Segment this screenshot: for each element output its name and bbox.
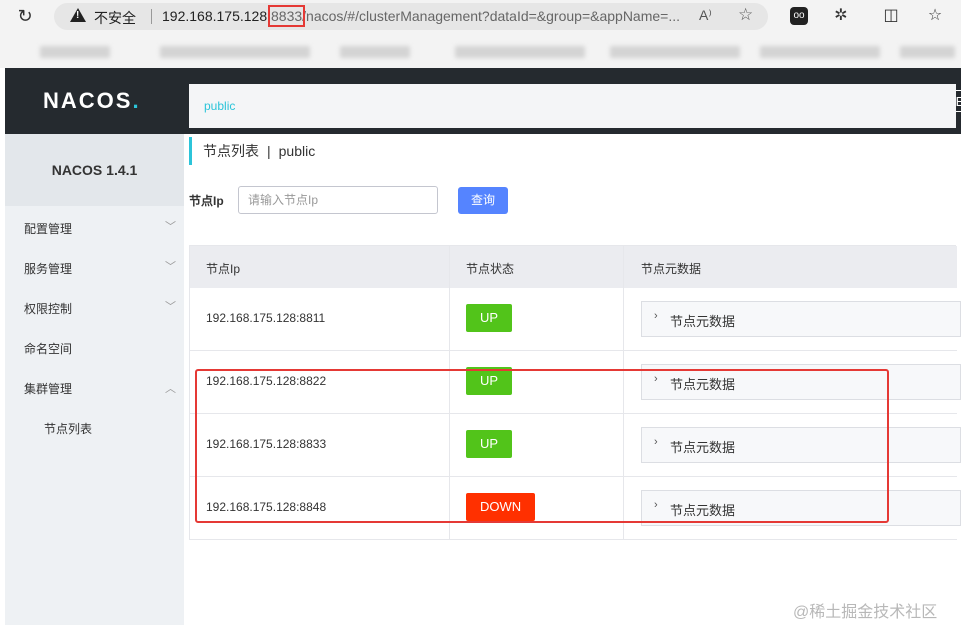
breadcrumb: public: [189, 84, 956, 128]
page-title: 节点列表 | public: [189, 137, 315, 165]
node-ip-search-input[interactable]: [238, 186, 438, 214]
chevron-up-icon[interactable]: ︿: [165, 380, 176, 396]
table-row: 192.168.175.128:8822 UP › 节点元数据: [190, 351, 961, 414]
table-row: 192.168.175.128:8833 UP › 节点元数据: [190, 414, 961, 477]
sidebar-subitem-node-list[interactable]: 节点列表: [44, 420, 92, 437]
chevron-right-icon: ›: [654, 499, 658, 511]
nacos-logo[interactable]: NACOS.: [43, 88, 141, 114]
title-separator: |: [267, 143, 271, 159]
chevron-down-icon[interactable]: ﹀: [165, 298, 176, 314]
metadata-expander[interactable]: › 节点元数据: [641, 301, 961, 337]
search-label: 节点Ip: [189, 194, 224, 208]
table-row: 192.168.175.128:8848 DOWN › 节点元数据: [190, 477, 961, 540]
url-port: 8833: [267, 5, 306, 27]
address-separator: [151, 9, 152, 24]
split-screen-icon[interactable]: ◫: [882, 7, 900, 25]
node-ip: 192.168.175.128:8811: [206, 311, 326, 325]
node-ip: 192.168.175.128:8833: [206, 437, 327, 451]
logo-text: NACOS: [43, 88, 133, 113]
node-table: 节点Ip 节点状态 节点元数据 192.168.175.128:8811 UP …: [189, 245, 961, 540]
extension-icon[interactable]: oo: [790, 7, 808, 25]
metadata-label: 节点元数据: [670, 503, 736, 518]
sidebar-item-config[interactable]: 配置管理: [24, 220, 72, 237]
page-title-namespace: public: [278, 143, 316, 159]
extensions-puzzle-icon[interactable]: ✲: [832, 7, 850, 25]
url-path: /nacos/#/clusterManagement?dataId=&group…: [302, 8, 681, 24]
breadcrumb-namespace[interactable]: public: [204, 99, 235, 113]
metadata-label: 节点元数据: [670, 440, 736, 455]
insecure-label[interactable]: 不安全: [94, 8, 136, 28]
bookmark-blurred[interactable]: [160, 46, 310, 58]
search-button[interactable]: 查询: [458, 187, 508, 214]
table-row: 192.168.175.128:8811 UP › 节点元数据: [190, 288, 961, 351]
page-title-text: 节点列表: [203, 143, 259, 159]
metadata-expander[interactable]: › 节点元数据: [641, 364, 961, 400]
bookmark-blurred[interactable]: [455, 46, 585, 58]
status-badge: UP: [466, 430, 513, 458]
column-header-metadata: 节点元数据: [641, 262, 702, 276]
node-ip: 192.168.175.128:8822: [206, 374, 327, 388]
chevron-down-icon[interactable]: ﹀: [165, 258, 176, 274]
status-badge: UP: [466, 304, 513, 332]
column-divider: [449, 246, 450, 540]
url-host: 192.168.175.128:: [162, 8, 271, 24]
bookmark-blurred[interactable]: [760, 46, 880, 58]
bookmark-blurred[interactable]: [900, 46, 955, 58]
metadata-label: 节点元数据: [670, 377, 736, 392]
bookmarks-bar: [0, 34, 961, 68]
url-text[interactable]: 192.168.175.128:8833/nacos/#/clusterMana…: [162, 5, 681, 27]
chevron-right-icon: ›: [654, 436, 658, 448]
address-bar[interactable]: ! 不安全 192.168.175.128:8833/nacos/#/clust…: [54, 3, 768, 30]
sidebar-item-namespace[interactable]: 命名空间: [24, 340, 72, 357]
browser-toolbar: ↻ ! 不安全 192.168.175.128:8833/nacos/#/clu…: [0, 0, 961, 34]
chevron-right-icon: ›: [654, 373, 658, 385]
chevron-right-icon: ›: [654, 310, 658, 322]
favorites-icon[interactable]: ☆: [926, 7, 944, 25]
status-badge: UP: [466, 367, 513, 395]
metadata-expander[interactable]: › 节点元数据: [641, 490, 961, 526]
warning-mark: !: [76, 10, 80, 21]
column-divider: [623, 246, 624, 540]
table-header: 节点Ip 节点状态 节点元数据: [190, 246, 957, 288]
bookmark-blurred[interactable]: [610, 46, 740, 58]
status-badge: DOWN: [466, 493, 536, 521]
favorite-star-icon[interactable]: ☆: [738, 5, 753, 25]
bookmark-blurred[interactable]: [40, 46, 110, 58]
sidebar-item-permission[interactable]: 权限控制: [24, 300, 72, 317]
sidebar-item-cluster[interactable]: 集群管理: [24, 380, 72, 397]
sidebar-title: NACOS 1.4.1: [5, 134, 184, 206]
reload-icon[interactable]: ↻: [14, 5, 36, 27]
chevron-down-icon[interactable]: ﹀: [165, 218, 176, 234]
column-header-status: 节点状态: [466, 262, 515, 276]
metadata-label: 节点元数据: [670, 314, 736, 329]
bookmark-blurred[interactable]: [340, 46, 410, 58]
logo-dot: .: [132, 88, 141, 113]
sidebar-item-service[interactable]: 服务管理: [24, 260, 72, 277]
sidebar: NACOS 1.4.1 配置管理 ﹀ 服务管理 ﹀ 权限控制 ﹀ 命名空间 集群…: [5, 134, 184, 625]
metadata-expander[interactable]: › 节点元数据: [641, 427, 961, 463]
watermark: @稀土掘金技术社区: [793, 604, 938, 621]
column-header-ip: 节点Ip: [206, 262, 241, 276]
read-aloud-icon[interactable]: A⁾: [699, 7, 712, 24]
node-ip: 192.168.175.128:8848: [206, 500, 327, 514]
